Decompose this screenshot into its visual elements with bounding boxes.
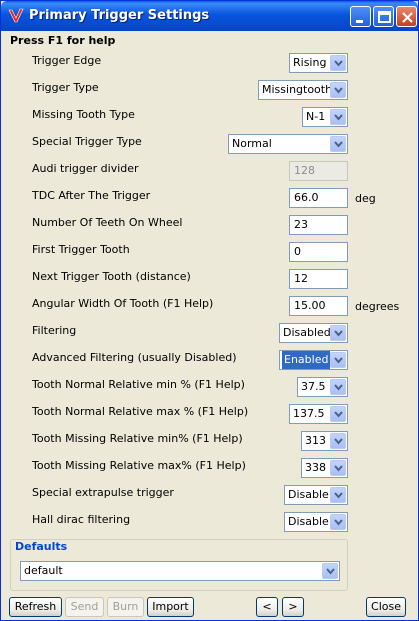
tooth-normal-max-value: 137.5 (293, 407, 325, 420)
tooth-normal-min-label: Tooth Normal Relative min % (F1 Help) (32, 378, 245, 391)
chevron-down-icon[interactable] (330, 136, 346, 152)
teeth-on-wheel-label: Number Of Teeth On Wheel (32, 216, 183, 229)
special-extrapulse-select[interactable]: Disable (284, 485, 348, 505)
minimize-button[interactable] (350, 6, 371, 27)
trigger-edge-select[interactable]: Rising (289, 53, 348, 73)
tooth-missing-max-select[interactable]: 338 (301, 458, 348, 478)
app-logo-icon (8, 8, 24, 23)
trigger-settings-window: Primary Trigger Settings Press F1 for he… (0, 0, 419, 621)
maximize-button[interactable] (373, 6, 394, 27)
trigger-edge-value: Rising (293, 56, 327, 69)
tdc-after-trigger-label: TDC After The Trigger (32, 189, 151, 202)
teeth-on-wheel-field[interactable]: 23 (289, 215, 348, 235)
hall-dirac-select[interactable]: Disable (284, 512, 348, 532)
tooth-missing-max-value: 338 (305, 461, 326, 474)
window-title: Primary Trigger Settings (29, 8, 210, 23)
tdc-after-trigger-field[interactable]: 66.0 (289, 188, 348, 208)
import-button[interactable]: Import (147, 597, 194, 617)
minimize-icon (356, 20, 363, 23)
audi-trigger-divider-field: 128 (289, 161, 348, 181)
audi-trigger-divider-label: Audi trigger divider (32, 162, 139, 175)
previous-button[interactable]: < (256, 597, 278, 617)
chevron-down-icon[interactable] (330, 433, 346, 449)
first-trigger-tooth-label: First Trigger Tooth (32, 243, 130, 256)
chevron-down-icon[interactable] (322, 563, 338, 579)
send-button[interactable]: Send (65, 597, 104, 617)
trigger-type-select[interactable]: Missingtooth (258, 80, 348, 100)
next-trigger-tooth-field[interactable]: 12 (289, 269, 348, 289)
maximize-icon (378, 11, 391, 23)
refresh-button[interactable]: Refresh (9, 597, 62, 617)
tooth-normal-min-select[interactable]: 37.5 (297, 377, 348, 397)
special-trigger-type-value: Normal (232, 137, 272, 150)
trigger-type-label: Trigger Type (32, 81, 99, 94)
close-icon (402, 12, 413, 23)
advanced-filtering-select[interactable]: Enabled (279, 350, 348, 370)
tdc-unit-label: deg (355, 192, 376, 205)
angular-width-unit-label: degrees (355, 300, 400, 313)
special-extrapulse-label: Special extrapulse trigger (32, 486, 174, 499)
chevron-down-icon[interactable] (330, 460, 346, 476)
missing-tooth-type-label: Missing Tooth Type (32, 108, 135, 121)
burn-button[interactable]: Burn (107, 597, 144, 617)
first-trigger-tooth-field[interactable]: 0 (289, 242, 348, 262)
chevron-down-icon[interactable] (330, 325, 346, 341)
special-trigger-type-select[interactable]: Normal (228, 134, 348, 154)
tooth-missing-min-value: 313 (305, 434, 326, 447)
chevron-down-icon[interactable] (330, 352, 346, 368)
filtering-select[interactable]: Disabled (279, 323, 348, 343)
hall-dirac-value: Disable (288, 515, 329, 528)
chevron-down-icon[interactable] (330, 55, 346, 71)
chevron-down-icon[interactable] (330, 379, 346, 395)
special-trigger-type-label: Special Trigger Type (32, 135, 142, 148)
tooth-missing-min-select[interactable]: 313 (301, 431, 348, 451)
advanced-filtering-value: Enabled (282, 351, 331, 369)
next-trigger-tooth-label: Next Trigger Tooth (distance) (32, 270, 191, 283)
angular-width-field[interactable]: 15.00 (289, 296, 348, 316)
missing-tooth-type-value: N-1 (306, 110, 326, 123)
tooth-normal-max-select[interactable]: 137.5 (289, 404, 348, 424)
chevron-down-icon[interactable] (330, 514, 346, 530)
close-window-button[interactable] (396, 6, 417, 27)
filtering-value: Disabled (283, 326, 331, 339)
title-bar[interactable]: Primary Trigger Settings (1, 1, 418, 31)
next-button[interactable]: > (282, 597, 304, 617)
defaults-group-title: Defaults (13, 540, 70, 553)
chevron-down-icon[interactable] (330, 406, 346, 422)
hall-dirac-label: Hall dirac filtering (32, 513, 131, 526)
advanced-filtering-label: Advanced Filtering (usually Disabled) (32, 351, 237, 364)
chevron-down-icon[interactable] (330, 109, 346, 125)
missing-tooth-type-select[interactable]: N-1 (302, 107, 348, 127)
tooth-missing-max-label: Tooth Missing Relative max% (F1 Help) (32, 459, 246, 472)
chevron-down-icon[interactable] (330, 487, 346, 503)
trigger-edge-label: Trigger Edge (32, 54, 102, 67)
filtering-label: Filtering (32, 324, 77, 337)
defaults-select[interactable]: default (20, 561, 340, 581)
tooth-missing-min-label: Tooth Missing Relative min% (F1 Help) (32, 432, 243, 445)
chevron-down-icon[interactable] (330, 82, 346, 98)
help-hint: Press F1 for help (10, 34, 116, 47)
tooth-normal-min-value: 37.5 (301, 380, 326, 393)
angular-width-label: Angular Width Of Tooth (F1 Help) (32, 297, 214, 310)
defaults-value: default (24, 564, 63, 577)
special-extrapulse-value: Disable (288, 488, 329, 501)
tooth-normal-max-label: Tooth Normal Relative max % (F1 Help) (32, 405, 249, 418)
close-button[interactable]: Close (366, 597, 406, 617)
trigger-type-value: Missingtooth (262, 83, 333, 96)
